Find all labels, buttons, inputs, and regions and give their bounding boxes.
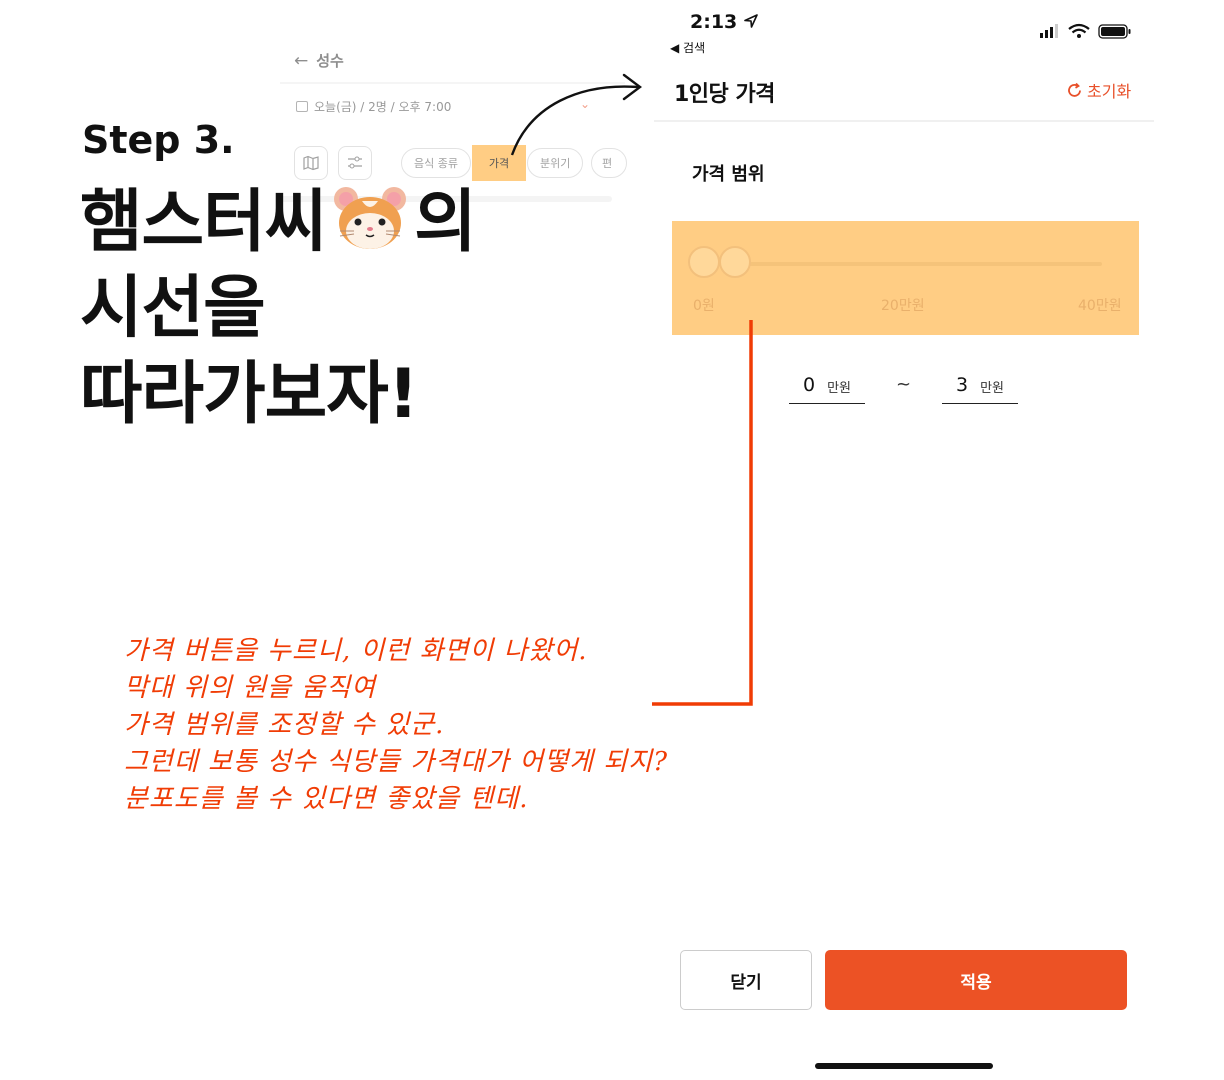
slider-min-handle[interactable]	[688, 246, 720, 278]
calendar-icon	[296, 101, 308, 112]
min-price-unit: 만원	[827, 381, 851, 396]
annotation-line-1: 가격 버튼을 누르니, 이런 화면이 나왔어.	[124, 636, 588, 666]
headline-line-1: 햄스터씨 의	[80, 180, 477, 266]
background-back-header[interactable]: ← 성수	[294, 50, 344, 71]
reset-label: 초기화	[1087, 82, 1132, 101]
page-title: 1인당 가격	[674, 82, 775, 107]
date-info: 오늘(금) / 2명 / 오후 7:00	[314, 100, 452, 114]
slider-max-handle[interactable]	[719, 246, 751, 278]
chip-food-type[interactable]: 음식 종류	[401, 148, 471, 178]
back-arrow-icon: ←	[294, 51, 309, 71]
headline: 햄스터씨 의 시선을 따라가보자!	[80, 180, 477, 438]
location-arrow-icon	[744, 14, 758, 28]
range-separator: ~	[896, 374, 912, 395]
min-price-value: 0	[802, 374, 816, 396]
hamster-icon	[332, 185, 408, 251]
max-price-value: 3	[955, 374, 969, 396]
status-icons	[1040, 23, 1131, 39]
annotation-line-5: 분포도를 볼 수 있다면 좋았을 텐데.	[124, 784, 529, 814]
background-title: 성수	[316, 52, 344, 70]
reset-button[interactable]: 초기화	[1066, 78, 1131, 102]
headline-line-3: 따라가보자!	[80, 355, 419, 434]
wifi-icon	[1068, 23, 1090, 38]
back-to-search-link[interactable]: ◀ 검색	[670, 39, 705, 56]
handwritten-annotation: 가격 버튼을 누르니, 이런 화면이 나왔어. 막대 위의 원을 움직여 가격 …	[124, 633, 668, 818]
status-time: 2:13	[690, 11, 758, 33]
price-slider-track[interactable]	[712, 262, 1102, 266]
tick-label-mid: 20만원	[881, 298, 925, 314]
headline-text-a: 햄스터씨	[80, 183, 327, 262]
annotation-line-2: 막대 위의 원을 움직여	[124, 673, 377, 703]
filter-sliders-icon[interactable]	[338, 146, 372, 180]
annotation-line-4: 그런데 보통 성수 식당들 가격대가 어떻게 되지?	[124, 747, 669, 777]
headline-text-b: 의	[414, 183, 477, 262]
headline-line-2: 시선을	[80, 269, 266, 348]
tick-label-max: 40만원	[1078, 298, 1122, 314]
home-indicator	[815, 1063, 993, 1069]
signal-icon	[1040, 24, 1058, 38]
date-filter[interactable]: 오늘(금) / 2명 / 오후 7:00	[296, 98, 451, 115]
map-icon[interactable]	[294, 146, 328, 180]
pointer-arrow	[510, 73, 642, 156]
apply-button[interactable]: 적용	[825, 950, 1127, 1010]
max-price-unit: 만원	[980, 381, 1004, 396]
battery-icon	[1098, 24, 1131, 39]
step-label: Step 3.	[82, 118, 235, 162]
annotation-line-3: 가격 범위를 조정할 수 있군.	[124, 710, 445, 740]
tick-label-min: 0원	[693, 298, 715, 314]
min-price-input[interactable]: 0 만원	[789, 368, 865, 404]
price-range-label: 가격 범위	[692, 164, 765, 185]
header-divider	[654, 120, 1154, 122]
refresh-icon	[1068, 82, 1081, 97]
close-button[interactable]: 닫기	[680, 950, 812, 1010]
status-time-text: 2:13	[690, 11, 738, 33]
max-price-input[interactable]: 3 만원	[942, 368, 1018, 404]
